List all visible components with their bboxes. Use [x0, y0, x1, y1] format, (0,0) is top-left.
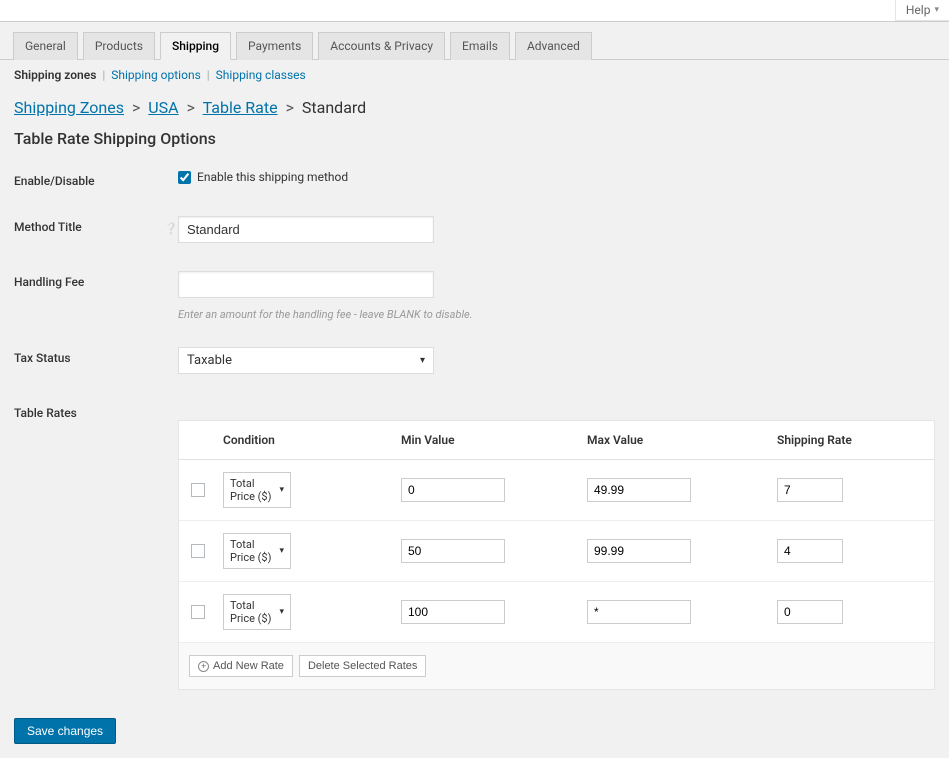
table-row: Total Price ($): [179, 582, 934, 643]
label-handling-fee: Handling Fee: [14, 271, 164, 289]
tab-products[interactable]: Products: [83, 32, 155, 60]
max-input[interactable]: [587, 478, 691, 502]
method-title-input[interactable]: [178, 216, 434, 243]
min-input[interactable]: [401, 600, 505, 624]
tab-advanced[interactable]: Advanced: [515, 32, 592, 60]
add-rate-label: Add New Rate: [213, 660, 284, 672]
row-checkbox[interactable]: [191, 605, 205, 619]
max-input[interactable]: [587, 600, 691, 624]
tax-status-select[interactable]: Taxable: [178, 347, 434, 374]
min-input[interactable]: [401, 478, 505, 502]
enable-checkbox-label: Enable this shipping method: [197, 170, 348, 184]
rate-input[interactable]: [777, 539, 843, 563]
condition-select[interactable]: Total Price ($): [223, 472, 291, 508]
rate-input[interactable]: [777, 478, 843, 502]
shipping-subnav: Shipping zones | Shipping options | Ship…: [14, 68, 935, 82]
label-table-rates: Table Rates: [14, 402, 164, 420]
tab-shipping[interactable]: Shipping: [160, 32, 231, 60]
subnav-options[interactable]: Shipping options: [111, 68, 200, 82]
col-min: Min Value: [391, 433, 577, 447]
tab-accounts-privacy[interactable]: Accounts & Privacy: [318, 32, 445, 60]
tax-status-value: Taxable: [187, 353, 232, 368]
help-icon[interactable]: ❔: [164, 216, 176, 235]
label-enable: Enable/Disable: [14, 170, 164, 188]
col-max: Max Value: [577, 433, 767, 447]
tab-payments[interactable]: Payments: [236, 32, 313, 60]
row-checkbox[interactable]: [191, 544, 205, 558]
plus-icon: +: [198, 661, 209, 672]
help-toggle-label: Help: [906, 3, 931, 17]
help-toggle[interactable]: Help: [895, 0, 949, 21]
delete-rates-button[interactable]: Delete Selected Rates: [299, 655, 426, 677]
handling-fee-input[interactable]: [178, 271, 434, 298]
enable-checkbox[interactable]: [178, 171, 191, 184]
breadcrumb-usa[interactable]: USA: [148, 98, 178, 117]
label-tax-status: Tax Status: [14, 347, 164, 365]
rates-header: Condition Min Value Max Value Shipping R…: [179, 421, 934, 460]
handling-fee-help: Enter an amount for the handling fee - l…: [178, 308, 935, 321]
enable-checkbox-row[interactable]: Enable this shipping method: [178, 170, 935, 184]
rate-input[interactable]: [777, 600, 843, 624]
rates-table: Condition Min Value Max Value Shipping R…: [178, 420, 935, 690]
delete-rates-label: Delete Selected Rates: [308, 660, 417, 672]
tab-general[interactable]: General: [13, 32, 78, 60]
subnav-classes[interactable]: Shipping classes: [216, 68, 306, 82]
row-checkbox[interactable]: [191, 483, 205, 497]
col-rate: Shipping Rate: [767, 433, 934, 447]
breadcrumb-current: Standard: [302, 98, 366, 117]
add-rate-button[interactable]: + Add New Rate: [189, 655, 293, 677]
tab-row: General Products Shipping Payments Accou…: [0, 22, 949, 60]
label-method-title: Method Title: [14, 216, 164, 234]
tab-emails[interactable]: Emails: [450, 32, 510, 60]
save-button[interactable]: Save changes: [14, 718, 116, 744]
breadcrumb-zones[interactable]: Shipping Zones: [14, 98, 124, 117]
min-input[interactable]: [401, 539, 505, 563]
col-condition: Condition: [213, 433, 391, 447]
subnav-title: Shipping zones: [14, 68, 96, 82]
table-row: Total Price ($): [179, 460, 934, 521]
breadcrumb-table-rate[interactable]: Table Rate: [203, 98, 278, 117]
condition-select[interactable]: Total Price ($): [223, 594, 291, 630]
breadcrumb: Shipping Zones > USA > Table Rate > Stan…: [14, 98, 935, 117]
condition-select[interactable]: Total Price ($): [223, 533, 291, 569]
max-input[interactable]: [587, 539, 691, 563]
section-title: Table Rate Shipping Options: [14, 129, 935, 148]
